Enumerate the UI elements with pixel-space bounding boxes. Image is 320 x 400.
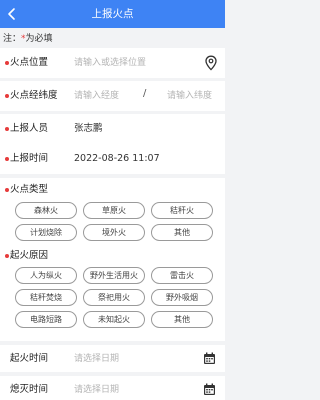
report-time-label: 上报时间 bbox=[10, 153, 49, 164]
required-dot bbox=[5, 157, 9, 161]
required-dot bbox=[5, 188, 9, 192]
fire-type-chip[interactable]: 计划烧除 bbox=[15, 224, 77, 241]
required-dot bbox=[5, 254, 9, 258]
fire-cause-chip[interactable]: 雷击火 bbox=[151, 267, 213, 284]
longitude-input[interactable]: 请输入经度 bbox=[74, 89, 119, 103]
fire-cause-chip[interactable]: 秸秆焚烧 bbox=[15, 289, 77, 306]
location-label: 火点位置 bbox=[10, 57, 49, 68]
location-pin-icon[interactable] bbox=[204, 55, 218, 71]
calendar-icon[interactable] bbox=[203, 352, 216, 365]
calendar-icon[interactable] bbox=[203, 383, 216, 396]
fire-type-title: 火点类型 bbox=[10, 184, 49, 195]
reporter-value: 张志鹏 bbox=[74, 123, 103, 134]
note-suffix: 为必填 bbox=[25, 34, 53, 44]
note-prefix: 注： bbox=[3, 34, 22, 44]
fire-cause-chip[interactable]: 未知起火 bbox=[83, 311, 145, 328]
report-time-value: 2022-08-26 11:07 bbox=[74, 153, 160, 164]
fire-cause-chip[interactable]: 其他 bbox=[151, 311, 213, 328]
fire-options-section: 火点类型 森林火 草原火 秸秆火 计划烧除 境外火 其他 起火原因 人为纵火 野… bbox=[0, 178, 225, 341]
fire-cause-chip[interactable]: 电路短路 bbox=[15, 311, 77, 328]
fire-type-chip[interactable]: 其他 bbox=[151, 224, 213, 241]
coords-row: 火点经纬度 请输入经度 / 请输入纬度 bbox=[0, 81, 225, 111]
location-row: 火点位置 请输入或选择位置 bbox=[0, 48, 225, 78]
extinguish-time-input[interactable]: 请选择日期 bbox=[74, 383, 119, 397]
page-title: 上报火点 bbox=[91, 8, 134, 20]
reporter-label: 上报人员 bbox=[10, 123, 49, 134]
report-time-row: 上报时间 2022-08-26 11:07 bbox=[0, 144, 225, 174]
fire-cause-chip[interactable]: 祭祀用火 bbox=[83, 289, 145, 306]
extinguish-time-label: 熄灭时间 bbox=[10, 384, 49, 395]
fire-type-chip[interactable]: 秸秆火 bbox=[151, 202, 213, 219]
required-note: 注：*为必填 bbox=[3, 33, 53, 45]
fire-cause-chip[interactable]: 人为纵火 bbox=[15, 267, 77, 284]
ignition-time-input[interactable]: 请选择日期 bbox=[74, 352, 119, 366]
fire-type-chip[interactable]: 森林火 bbox=[15, 202, 77, 219]
required-dot bbox=[5, 61, 9, 65]
ignition-time-label: 起火时间 bbox=[10, 353, 49, 364]
fire-cause-chip[interactable]: 野外生活用火 bbox=[83, 267, 145, 284]
app-header: 上报火点 bbox=[0, 0, 225, 28]
reporter-row: 上报人员 张志鹏 bbox=[0, 114, 225, 144]
required-dot bbox=[5, 94, 9, 98]
location-input[interactable]: 请输入或选择位置 bbox=[74, 56, 146, 70]
required-dot bbox=[5, 127, 9, 131]
fire-type-chip[interactable]: 境外火 bbox=[83, 224, 145, 241]
latitude-input[interactable]: 请输入纬度 bbox=[167, 89, 212, 103]
fire-cause-chip[interactable]: 野外吸烟 bbox=[151, 289, 213, 306]
fire-cause-title: 起火原因 bbox=[10, 250, 49, 261]
coords-separator: / bbox=[143, 88, 147, 99]
coords-label: 火点经纬度 bbox=[10, 90, 58, 101]
ignition-time-row: 起火时间 请选择日期 bbox=[0, 345, 225, 372]
extinguish-time-row: 熄灭时间 请选择日期 bbox=[0, 376, 225, 400]
fire-type-chip[interactable]: 草原火 bbox=[83, 202, 145, 219]
